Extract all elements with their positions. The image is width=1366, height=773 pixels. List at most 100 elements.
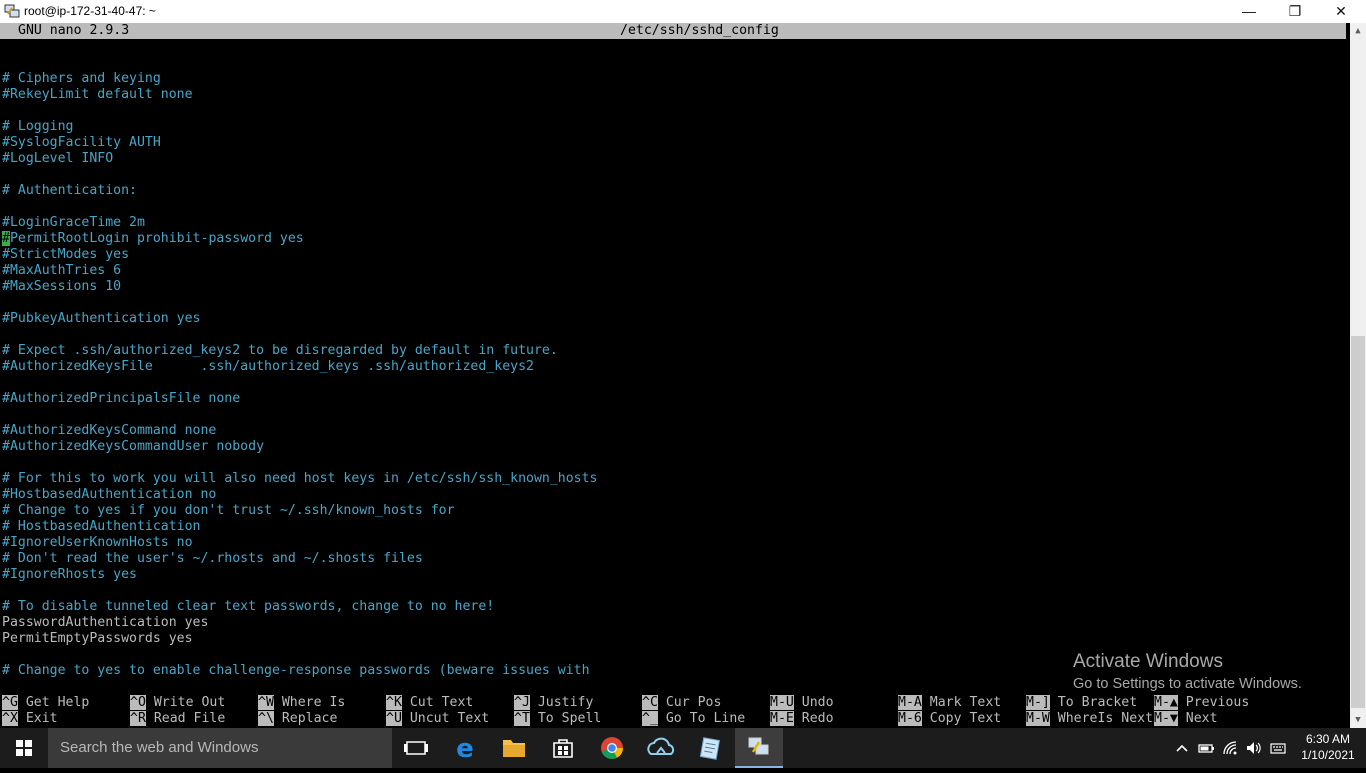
editor-line[interactable]: #AuthorizedKeysCommandUser nobody (2, 439, 1342, 455)
close-button[interactable]: ✕ (1318, 0, 1364, 23)
editor-line[interactable]: #AuthorizedKeysCommand none (2, 423, 1342, 439)
shortcut-item: M-6 Copy Text (898, 711, 1001, 727)
vertical-scrollbar[interactable]: ▲ ▼ (1350, 23, 1366, 728)
window-title: root@ip-172-31-40-47: ~ (24, 4, 156, 18)
show-hidden-icons-chevron-icon[interactable] (1172, 738, 1192, 758)
scrollbar-thumb[interactable] (1351, 336, 1365, 708)
shortcut-key: ^\ (258, 711, 274, 726)
shortcut-key: M-E (770, 711, 794, 726)
shortcut-key: ^U (386, 711, 402, 726)
shortcut-item: ^X Exit (2, 711, 58, 727)
editor-buffer[interactable]: # Ciphers and keying #RekeyLimit default … (2, 71, 1342, 679)
editor-line-text: PermitRootLogin prohibit-password yes (9, 231, 304, 246)
editor-line[interactable]: #LogLevel INFO (2, 151, 1342, 167)
shortcut-item: M-E Redo (770, 711, 834, 727)
shortcut-key: ^R (130, 711, 146, 726)
task-view-icon[interactable] (392, 728, 440, 768)
editor-line[interactable]: # Change to yes if you don't trust ~/.ss… (2, 503, 1342, 519)
editor-line[interactable] (2, 199, 1342, 215)
editor-line[interactable]: #RekeyLimit default none (2, 87, 1342, 103)
shortcut-key: ^X (2, 711, 18, 726)
editor-line[interactable]: # Ciphers and keying (2, 71, 1342, 87)
shortcut-item: ^J Justify (514, 695, 593, 711)
shortcut-label: Get Help (25, 695, 90, 710)
editor-line[interactable]: # To disable tunneled clear text passwor… (2, 599, 1342, 615)
shortcut-item: M-A Mark Text (898, 695, 1001, 711)
editor-line[interactable]: # HostbasedAuthentication (2, 519, 1342, 535)
editor-line[interactable]: #MaxSessions 10 (2, 279, 1342, 295)
shortcut-key: ^K (386, 695, 402, 710)
scroll-up-arrow-icon[interactable]: ▲ (1350, 23, 1366, 39)
nano-title-bar: GNU nano 2.9.3 /etc/ssh/sshd_config (0, 23, 1346, 39)
editor-line[interactable]: PasswordAuthentication yes (2, 615, 1342, 631)
editor-line[interactable]: #StrictModes yes (2, 247, 1342, 263)
file-explorer-icon[interactable] (490, 728, 538, 768)
maximize-button[interactable]: ❐ (1272, 0, 1318, 23)
editor-line[interactable] (2, 583, 1342, 599)
cloud-app-icon[interactable] (637, 728, 685, 768)
start-button[interactable] (0, 728, 48, 768)
editor-line[interactable] (2, 103, 1342, 119)
editor-line[interactable]: #IgnoreRhosts yes (2, 567, 1342, 583)
editor-line[interactable]: # Don't read the user's ~/.rhosts and ~/… (2, 551, 1342, 567)
shortcut-label: Go To Line (665, 711, 746, 726)
shortcut-key: ^W (258, 695, 274, 710)
editor-line[interactable]: #MaxAuthTries 6 (2, 263, 1342, 279)
editor-line[interactable]: #IgnoreUserKnownHosts no (2, 535, 1342, 551)
shortcut-label: Cut Text (409, 695, 474, 710)
store-icon[interactable] (539, 728, 587, 768)
editor-line[interactable]: # For this to work you will also need ho… (2, 471, 1342, 487)
editor-line[interactable] (2, 455, 1342, 471)
activation-watermark: Activate Windows Go to Settings to activ… (1073, 651, 1302, 692)
shortcut-key: ^J (514, 695, 530, 710)
editor-line[interactable]: #HostbasedAuthentication no (2, 487, 1342, 503)
shortcut-item: ^C Cur Pos (642, 695, 721, 711)
windows-taskbar: Search the web and Windows e 6:30 AM 1/1… (0, 728, 1366, 768)
taskbar-search-box[interactable]: Search the web and Windows (48, 728, 392, 768)
editor-line[interactable]: # Expect .ssh/authorized_keys2 to be dis… (2, 343, 1342, 359)
minimize-button[interactable]: — (1226, 0, 1272, 23)
taskbar-clock[interactable]: 6:30 AM 1/10/2021 (1290, 731, 1366, 763)
editor-line[interactable]: #AuthorizedKeysFile .ssh/authorized_keys… (2, 359, 1342, 375)
shortcut-label: Undo (801, 695, 834, 710)
terminal-area[interactable]: GNU nano 2.9.3 /etc/ssh/sshd_config # Ci… (0, 23, 1350, 728)
editor-line[interactable]: # Authentication: (2, 183, 1342, 199)
editor-line[interactable]: #AuthorizedPrincipalsFile none (2, 391, 1342, 407)
editor-line[interactable] (2, 167, 1342, 183)
power-battery-icon[interactable] (1196, 738, 1216, 758)
shortcut-label: To Bracket (1057, 695, 1138, 710)
shortcut-label: Mark Text (929, 695, 1002, 710)
wifi-network-icon[interactable] (1220, 738, 1240, 758)
shortcut-label: Replace (281, 711, 338, 726)
editor-line[interactable] (2, 327, 1342, 343)
editor-line[interactable]: PermitEmptyPasswords yes (2, 631, 1342, 647)
text-cursor: # (2, 231, 10, 246)
chrome-icon[interactable] (588, 728, 636, 768)
notepad-icon[interactable] (686, 728, 734, 768)
shortcut-item: ^T To Spell (514, 711, 601, 727)
volume-speaker-icon[interactable] (1244, 738, 1264, 758)
shortcut-label: Read File (153, 711, 226, 726)
editor-line[interactable] (2, 407, 1342, 423)
editor-line[interactable]: #PubkeyAuthentication yes (2, 311, 1342, 327)
shortcut-key: ^T (514, 711, 530, 726)
window-titlebar[interactable]: root@ip-172-31-40-47: ~ — ❐ ✕ (0, 0, 1366, 23)
svg-text:e: e (456, 734, 474, 764)
putty-taskbar-icon[interactable] (735, 728, 783, 768)
watermark-title: Activate Windows (1073, 651, 1223, 672)
editor-line[interactable]: #PermitRootLogin prohibit-password yes (2, 231, 1342, 247)
scroll-down-arrow-icon[interactable]: ▼ (1350, 712, 1366, 728)
shortcut-key: M-W (1026, 711, 1050, 726)
shortcut-item: M-▲ Previous (1154, 695, 1249, 711)
editor-line[interactable]: #LoginGraceTime 2m (2, 215, 1342, 231)
edge-icon[interactable]: e (441, 728, 489, 768)
shortcut-label: Cur Pos (665, 695, 722, 710)
editor-line[interactable]: # Logging (2, 119, 1342, 135)
editor-line[interactable] (2, 295, 1342, 311)
shortcut-key: ^G (2, 695, 18, 710)
shortcut-label: Where Is (281, 695, 346, 710)
keyboard-input-icon[interactable] (1268, 738, 1288, 758)
clock-time: 6:30 AM (1305, 732, 1351, 746)
editor-line[interactable] (2, 375, 1342, 391)
editor-line[interactable]: #SyslogFacility AUTH (2, 135, 1342, 151)
